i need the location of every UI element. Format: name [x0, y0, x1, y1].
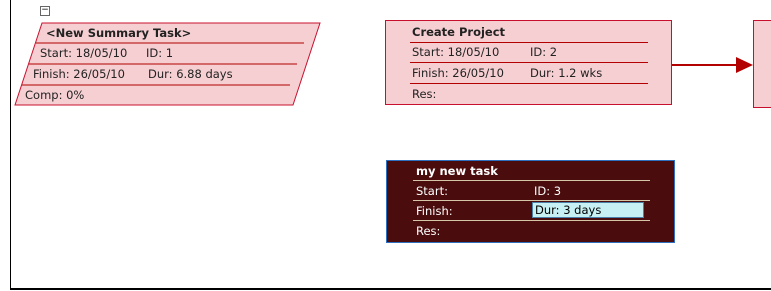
- create-project-node[interactable]: Create Project Start: 18/05/10 ID: 2 Fin…: [385, 20, 672, 105]
- divider: [410, 83, 648, 84]
- new-task-start-label: Start:: [416, 184, 448, 198]
- canvas-left-border: [10, 0, 11, 289]
- id-label: ID:: [534, 184, 551, 198]
- divider: [413, 180, 650, 181]
- network-diagram-canvas[interactable]: − <New Summary Task> Start: 18/05/10 ID:…: [0, 0, 771, 291]
- dur-value: 3 days: [563, 203, 602, 217]
- create-project-start-field: Start: 18/05/10: [412, 45, 499, 59]
- dur-label: Dur:: [148, 67, 173, 81]
- id-value: 3: [553, 184, 562, 198]
- start-label: Start:: [412, 45, 444, 59]
- create-project-duration-field: Dur: 1.2 wks: [530, 66, 602, 80]
- start-value: 18/05/10: [447, 45, 500, 59]
- finish-value: 26/05/10: [73, 67, 125, 81]
- new-task-finish-label: Finish:: [416, 204, 453, 218]
- finish-label: Finish:: [412, 66, 449, 80]
- id-value: 1: [165, 46, 174, 60]
- start-label: Start:: [40, 46, 72, 60]
- create-project-name: Create Project: [412, 25, 506, 39]
- divider: [413, 220, 650, 221]
- create-project-id-field: ID: 2: [530, 45, 557, 59]
- collapse-toggle-icon[interactable]: −: [40, 6, 50, 16]
- summary-completion-field: Comp: 0%: [25, 88, 84, 102]
- dur-label: Dur:: [530, 66, 555, 80]
- next-task-node-partial[interactable]: [753, 20, 771, 108]
- summary-duration-field: Dur: 6.88 days: [148, 67, 233, 81]
- dur-value: 1.2 wks: [558, 66, 603, 80]
- dur-label: Dur:: [535, 203, 560, 217]
- finish-value: 26/05/10: [452, 66, 504, 80]
- canvas-bottom-border: [10, 288, 771, 290]
- summary-finish-field: Finish: 26/05/10: [33, 67, 125, 81]
- id-label: ID:: [146, 46, 163, 60]
- start-value: 18/05/10: [75, 46, 128, 60]
- finish-label: Finish:: [33, 67, 70, 81]
- new-task-name: my new task: [416, 164, 498, 178]
- divider: [413, 200, 650, 201]
- new-task-id-field: ID: 3: [534, 184, 561, 198]
- summary-id-field: ID: 1: [146, 46, 173, 60]
- comp-value: 0%: [66, 88, 85, 102]
- duration-edit-field[interactable]: Dur: 3 days: [532, 202, 644, 218]
- dependency-arrow[interactable]: [672, 57, 754, 73]
- dur-value: 6.88 days: [176, 67, 233, 81]
- create-project-resource-field: Res:: [412, 87, 437, 101]
- new-task-node-selected[interactable]: my new task Start: ID: 3 Finish: Dur: 3 …: [386, 160, 675, 243]
- new-task-resource-label: Res:: [416, 224, 441, 238]
- summary-start-field: Start: 18/05/10: [40, 46, 127, 60]
- divider: [410, 42, 648, 43]
- summary-task-name: <New Summary Task>: [46, 26, 192, 40]
- id-value: 2: [549, 45, 558, 59]
- id-label: ID:: [530, 45, 547, 59]
- divider: [410, 62, 648, 63]
- comp-label: Comp:: [25, 88, 63, 102]
- create-project-finish-field: Finish: 26/05/10: [412, 66, 504, 80]
